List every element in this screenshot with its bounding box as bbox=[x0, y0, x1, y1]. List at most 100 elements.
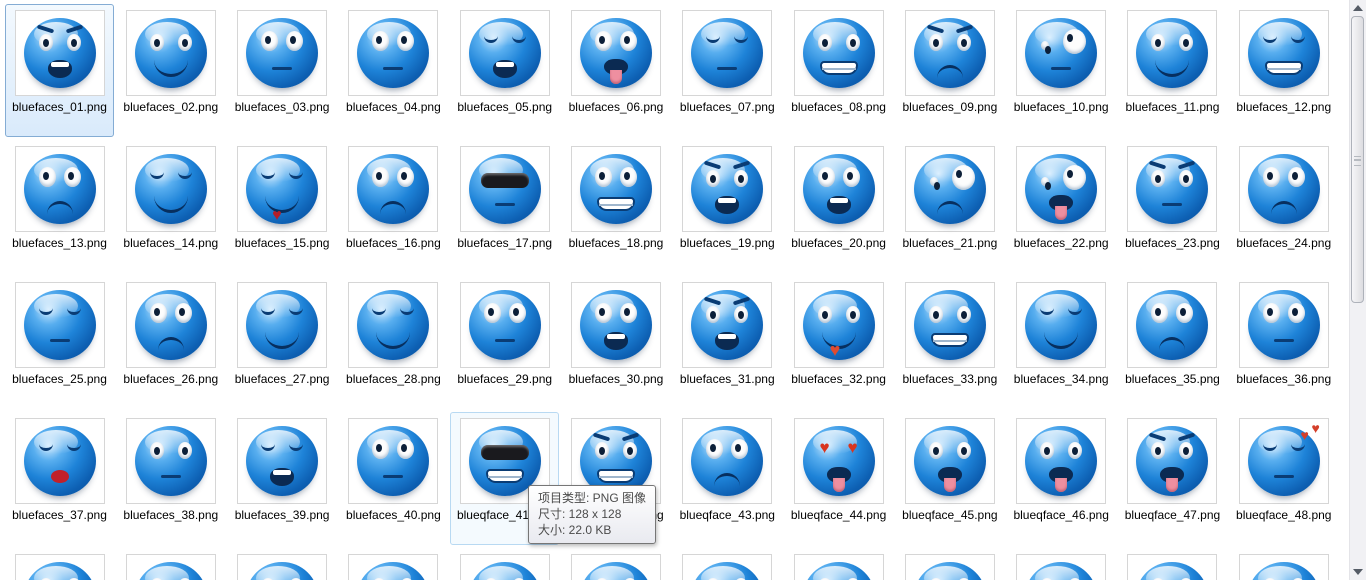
thumbnail bbox=[1127, 282, 1218, 368]
thumbnail bbox=[1127, 554, 1218, 580]
file-item[interactable] bbox=[1118, 548, 1227, 580]
file-item[interactable]: bluefaces_02.png bbox=[116, 4, 225, 137]
file-item[interactable]: bluefaces_40.png bbox=[339, 412, 448, 545]
file-name: bluefaces_16.png bbox=[346, 236, 441, 250]
thumbnail bbox=[1127, 146, 1218, 232]
scroll-down-arrow-icon[interactable] bbox=[1353, 569, 1363, 575]
file-name: bluefaces_01.png bbox=[12, 100, 107, 114]
file-name: bluefaces_26.png bbox=[123, 372, 219, 386]
file-item[interactable]: bluefaces_34.png bbox=[1007, 276, 1116, 409]
file-item[interactable] bbox=[673, 548, 782, 580]
file-item[interactable]: bluefaces_07.png bbox=[673, 4, 782, 137]
file-item[interactable]: blueqface_47.png bbox=[1118, 412, 1227, 545]
blue-face-icon bbox=[23, 426, 96, 496]
thumbnail bbox=[1016, 282, 1107, 368]
blue-face-icon bbox=[134, 426, 207, 496]
file-item[interactable]: ♥ ♥ blueqface_44.png bbox=[784, 412, 893, 545]
file-item[interactable]: bluefaces_13.png bbox=[5, 140, 114, 273]
thumbnail bbox=[682, 146, 773, 232]
file-item[interactable] bbox=[561, 548, 670, 580]
thumbnail: ♥ bbox=[793, 282, 884, 368]
file-name: bluefaces_08.png bbox=[791, 100, 886, 114]
file-item[interactable] bbox=[228, 548, 337, 580]
file-item[interactable]: bluefaces_09.png bbox=[895, 4, 1004, 137]
file-item[interactable]: ♥ bluefaces_15.png bbox=[228, 140, 337, 273]
file-item[interactable] bbox=[895, 548, 1004, 580]
file-name: bluefaces_37.png bbox=[12, 508, 107, 522]
file-item[interactable]: bluefaces_11.png bbox=[1118, 4, 1227, 137]
file-item[interactable]: bluefaces_16.png bbox=[339, 140, 448, 273]
file-item[interactable]: bluefaces_04.png bbox=[339, 4, 448, 137]
blue-face-icon bbox=[468, 290, 541, 360]
thumbnail bbox=[570, 146, 661, 232]
file-item[interactable] bbox=[5, 548, 114, 580]
file-item[interactable]: bluefaces_01.png bbox=[5, 4, 114, 137]
blue-face-icon bbox=[23, 18, 96, 88]
thumbnail bbox=[348, 418, 439, 504]
vertical-scrollbar[interactable] bbox=[1349, 0, 1366, 580]
blue-face-icon bbox=[691, 290, 764, 360]
file-item[interactable]: bluefaces_28.png bbox=[339, 276, 448, 409]
file-item[interactable]: blueqface_43.png bbox=[673, 412, 782, 545]
blue-face-icon bbox=[246, 426, 319, 496]
file-item[interactable]: bluefaces_24.png bbox=[1229, 140, 1338, 273]
file-item[interactable]: bluefaces_37.png bbox=[5, 412, 114, 545]
file-item[interactable]: bluefaces_14.png bbox=[116, 140, 225, 273]
file-name: bluefaces_19.png bbox=[679, 236, 775, 250]
file-item[interactable]: bluefaces_03.png bbox=[228, 4, 337, 137]
file-item[interactable]: bluefaces_26.png bbox=[116, 276, 225, 409]
file-name: bluefaces_10.png bbox=[1013, 100, 1109, 114]
thumbnail bbox=[1127, 418, 1218, 504]
blue-face-icon bbox=[802, 562, 875, 580]
file-item[interactable]: bluefaces_23.png bbox=[1118, 140, 1227, 273]
blue-face-icon: ♥ bbox=[802, 290, 875, 360]
thumbnail bbox=[348, 554, 439, 580]
file-item[interactable]: blueqface_46.png bbox=[1007, 412, 1116, 545]
blue-face-icon bbox=[691, 426, 764, 496]
file-item[interactable] bbox=[450, 548, 559, 580]
tooltip-file-size: 大小: 22.0 KB bbox=[538, 523, 612, 537]
file-item[interactable]: blueqface_45.png bbox=[895, 412, 1004, 545]
file-item[interactable]: ♥ bluefaces_32.png bbox=[784, 276, 893, 409]
file-item[interactable]: bluefaces_35.png bbox=[1118, 276, 1227, 409]
file-item[interactable] bbox=[784, 548, 893, 580]
file-item[interactable]: bluefaces_19.png bbox=[673, 140, 782, 273]
file-item[interactable]: bluefaces_31.png bbox=[673, 276, 782, 409]
file-item[interactable]: bluefaces_29.png bbox=[450, 276, 559, 409]
scrollbar-thumb[interactable] bbox=[1351, 16, 1364, 303]
file-name: bluefaces_17.png bbox=[457, 236, 553, 250]
file-item[interactable]: bluefaces_17.png bbox=[450, 140, 559, 273]
file-item[interactable]: bluefaces_18.png bbox=[561, 140, 670, 273]
file-item[interactable]: bluefaces_27.png bbox=[228, 276, 337, 409]
file-item[interactable]: bluefaces_12.png bbox=[1229, 4, 1338, 137]
file-item[interactable]: bluefaces_39.png bbox=[228, 412, 337, 545]
file-name: blueqface_46.png bbox=[1013, 508, 1109, 522]
thumbnail bbox=[459, 146, 550, 232]
file-item[interactable]: bluefaces_10.png bbox=[1007, 4, 1116, 137]
file-item[interactable] bbox=[1229, 548, 1338, 580]
file-name: bluefaces_29.png bbox=[457, 372, 553, 386]
blue-face-icon bbox=[1136, 154, 1209, 224]
file-item[interactable]: bluefaces_38.png bbox=[116, 412, 225, 545]
file-item[interactable]: bluefaces_06.png bbox=[561, 4, 670, 137]
file-item[interactable]: bluefaces_21.png bbox=[895, 140, 1004, 273]
file-item[interactable]: bluefaces_08.png bbox=[784, 4, 893, 137]
file-name: bluefaces_23.png bbox=[1125, 236, 1220, 250]
file-item[interactable] bbox=[116, 548, 225, 580]
file-item[interactable]: bluefaces_33.png bbox=[895, 276, 1004, 409]
file-item[interactable]: ♥ blueqface_48.png bbox=[1229, 412, 1338, 545]
file-item[interactable]: bluefaces_20.png bbox=[784, 140, 893, 273]
file-item[interactable] bbox=[339, 548, 448, 580]
thumbnail bbox=[14, 418, 105, 504]
thumbnail bbox=[570, 282, 661, 368]
thumbnail bbox=[1238, 10, 1329, 96]
scroll-up-arrow-icon[interactable] bbox=[1353, 5, 1363, 11]
file-item[interactable] bbox=[1007, 548, 1116, 580]
file-item[interactable]: bluefaces_05.png bbox=[450, 4, 559, 137]
file-item[interactable]: bluefaces_36.png bbox=[1229, 276, 1338, 409]
file-item[interactable]: bluefaces_30.png bbox=[561, 276, 670, 409]
file-item[interactable]: bluefaces_22.png bbox=[1007, 140, 1116, 273]
blue-face-icon bbox=[913, 154, 986, 224]
file-item[interactable]: bluefaces_25.png bbox=[5, 276, 114, 409]
thumbnail bbox=[1238, 554, 1329, 580]
